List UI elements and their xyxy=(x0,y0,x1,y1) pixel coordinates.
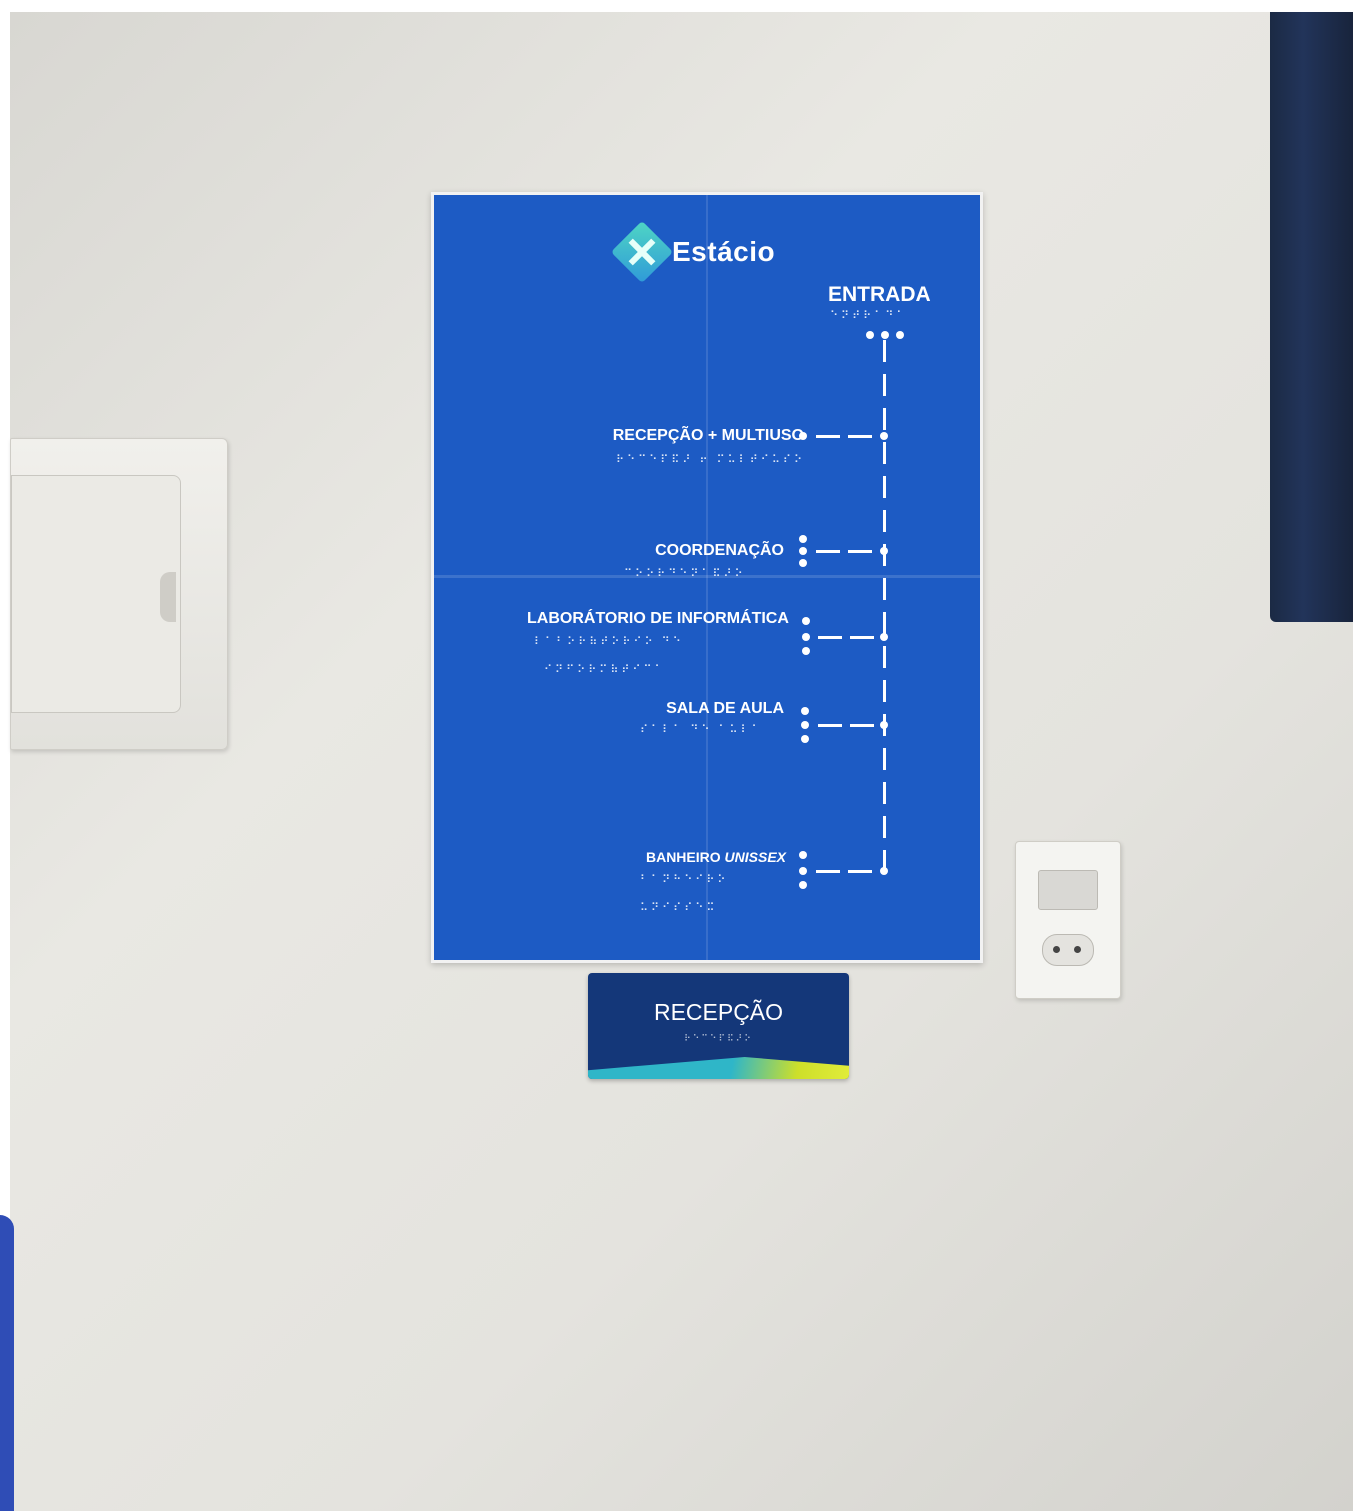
door-sign-title: RECEPÇÃO xyxy=(653,999,784,1025)
connector-dash xyxy=(818,636,876,639)
junction-dot xyxy=(880,867,888,875)
recepcao-door-sign: RECEPÇÃO ⠗⠑⠉⠑⠏⠯⠜⠕ xyxy=(588,973,849,1079)
light-switch xyxy=(1038,870,1098,910)
item-dot xyxy=(799,881,807,889)
power-socket xyxy=(1042,934,1094,966)
item-dot xyxy=(802,647,810,655)
curtain xyxy=(1270,12,1353,622)
item-dot xyxy=(801,721,809,729)
entrada-dot xyxy=(881,331,889,339)
connector-dash xyxy=(816,550,876,553)
item-braille-laboratorio-2: ⠊⠝⠋⠕⠗⠍⠷⠞⠊⠉⠁ xyxy=(544,664,666,676)
socket-hole xyxy=(1053,946,1060,953)
entrada-dot xyxy=(896,331,904,339)
panel-latch xyxy=(160,572,176,622)
entrada-label: ENTRADA xyxy=(828,283,931,306)
item-label-banheiro: BANHEIRO UNISSEX xyxy=(646,849,786,865)
socket-hole xyxy=(1074,946,1081,953)
item-braille-banheiro-2: ⠥⠝⠊⠎⠎⠑⠭ xyxy=(640,902,718,914)
route-line xyxy=(883,340,886,870)
blue-object-edge xyxy=(0,1215,14,1511)
banheiro-text: BANHEIRO xyxy=(645,849,721,865)
estacio-logo: Estácio xyxy=(610,220,776,284)
item-braille-sala: ⠎⠁⠇⠁ ⠙⠑ ⠁⠥⠇⠁ xyxy=(640,724,763,736)
item-dot xyxy=(799,432,807,440)
door-sign-color-band xyxy=(588,1057,849,1079)
logo-text: Estácio xyxy=(672,236,776,267)
item-dot xyxy=(801,707,809,715)
unissex-text: UNISSEX xyxy=(724,849,786,865)
junction-dot xyxy=(880,633,888,641)
entrada-braille: ⠑⠝⠞⠗⠁⠙⠁ xyxy=(830,310,908,322)
item-label-coordenacao: COORDENAÇÃO xyxy=(655,542,784,559)
directory-poster: Estácio ENTRADA ⠑⠝⠞⠗⠁⠙⠁ RECEPÇÃO + MULTI… xyxy=(431,192,983,963)
connector-dash xyxy=(818,724,876,727)
entrada-dot xyxy=(866,331,874,339)
item-braille-coordenacao: ⠉⠕⠕⠗⠙⠑⠝⠁⠯⠜⠕ xyxy=(624,568,746,580)
estacio-logo-icon xyxy=(610,220,674,284)
door-sign-braille: ⠗⠑⠉⠑⠏⠯⠜⠕ xyxy=(684,1033,753,1043)
junction-dot xyxy=(880,547,888,555)
junction-dot xyxy=(880,432,888,440)
item-dot xyxy=(801,735,809,743)
item-label-laboratorio: LABORÁTORIO DE INFORMÁTICA xyxy=(527,610,789,627)
item-dot xyxy=(799,535,807,543)
item-label-recepcao: RECEPÇÃO + MULTIUSO xyxy=(612,427,804,444)
item-label-sala: SALA DE AULA xyxy=(666,700,784,717)
wall-switch-outlet xyxy=(1015,841,1121,999)
junction-dot xyxy=(880,721,888,729)
connector-dash xyxy=(816,870,876,873)
item-dot xyxy=(799,559,807,567)
item-braille-laboratorio: ⠇⠁⠃⠕⠗⠷⠞⠕⠗⠊⠕ ⠙⠑ xyxy=(534,636,684,648)
connector-dash xyxy=(816,435,876,438)
image-border-top xyxy=(0,0,1353,12)
item-braille-recepcao: ⠗⠑⠉⠑⠏⠯⠜ ⠖ ⠍⠥⠇⠞⠊⠥⠎⠕ xyxy=(616,454,806,466)
item-dot xyxy=(802,633,810,641)
item-dot xyxy=(799,867,807,875)
item-braille-banheiro: ⠃⠁⠝⠓⠑⠊⠗⠕ xyxy=(640,874,729,886)
electrical-panel-door xyxy=(11,475,181,713)
electrical-panel xyxy=(10,438,228,750)
item-dot xyxy=(802,617,810,625)
item-dot xyxy=(799,851,807,859)
item-dot xyxy=(799,547,807,555)
